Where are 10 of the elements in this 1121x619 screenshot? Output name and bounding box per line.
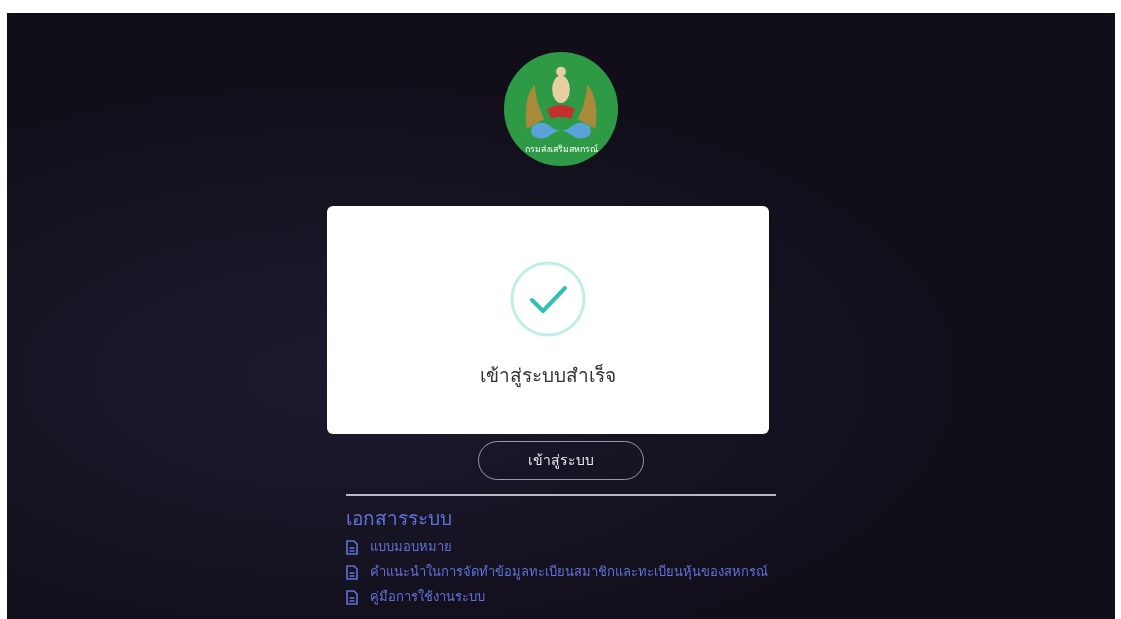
document-link[interactable]: คำแนะนำในการจัดทำข้อมูลทะเบียนสมาชิกและทะเบียนหุ้นของสหกรณ์ <box>370 562 768 582</box>
dialog-message: เข้าสู่ระบบสำเร็จ <box>480 363 616 389</box>
document-link[interactable]: คู่มือการใช้งานระบบ <box>370 587 485 607</box>
document-icon <box>346 539 358 555</box>
emblem-logo: กรมส่งเสริมสหกรณ์ <box>502 50 620 168</box>
success-check-icon <box>510 261 586 337</box>
document-icon <box>346 589 358 605</box>
document-link[interactable]: แบบมอบหมาย <box>370 537 452 557</box>
documents-heading: เอกสารระบบ <box>346 506 453 531</box>
document-icon <box>346 564 358 580</box>
